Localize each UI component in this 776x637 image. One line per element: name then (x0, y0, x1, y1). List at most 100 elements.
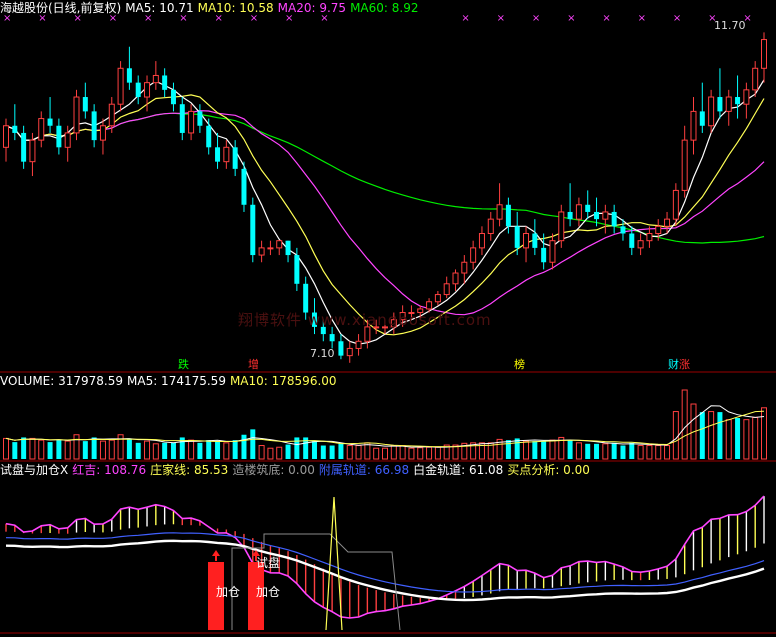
candle-body (496, 204, 503, 220)
candle-body (443, 283, 450, 296)
candle-body (541, 247, 547, 263)
candle-body (3, 125, 9, 148)
candle-body (664, 218, 671, 227)
price-legend: 海越股份(日线,前复权) MA5: 10.71 MA10: 10.58 MA20: 9… (0, 0, 423, 16)
ma20-line (5, 110, 765, 316)
zaolou-label: 造楼筑底: 0.00 (232, 463, 315, 477)
volume-bar (637, 445, 644, 460)
volume-bar (699, 412, 705, 459)
fushu-label: 附属轨道: 66.98 (318, 463, 410, 477)
volume-bar (620, 445, 626, 459)
candle-body (549, 240, 556, 263)
candle-body (108, 103, 115, 127)
candle-body (285, 240, 291, 256)
ma60-line (5, 112, 765, 244)
candle-body (47, 118, 53, 126)
candle-body (179, 104, 185, 133)
candle-body (681, 139, 688, 191)
volume-bar (12, 442, 18, 459)
ma10-label: MA10: 10.58 (197, 1, 274, 15)
volume-bar (152, 443, 159, 460)
chart-stage: × × × × × × × × × × × × × × × × × × × 海越股份(日线,前复权) MA5: 10.… (0, 0, 776, 637)
candle-body (232, 147, 238, 169)
jiacang-label-2: 加仓 (256, 585, 281, 599)
signal-cross-marker: × (461, 13, 469, 24)
volume-bar (311, 441, 317, 459)
candle-body (276, 240, 283, 249)
candle-body (91, 111, 97, 141)
candle-body (152, 74, 159, 84)
volume-bar (629, 442, 635, 459)
volume-bar (56, 440, 62, 459)
candle-body (717, 97, 723, 112)
candle-body (672, 189, 679, 220)
volume-bar (646, 445, 653, 460)
volume-bar (655, 445, 662, 460)
signal-cross-marker: × (673, 13, 681, 24)
volume-bar (585, 443, 591, 459)
volume-bar (567, 440, 573, 459)
fushu-line (5, 532, 765, 593)
candle-body (452, 272, 459, 285)
candle-body (567, 211, 573, 220)
volume-bar (38, 439, 45, 460)
volume-bar (434, 446, 441, 460)
candle-body (655, 225, 662, 235)
candle-body (743, 89, 750, 105)
candle-body (197, 111, 203, 126)
candle-body (478, 233, 485, 249)
volume-legend: VOLUME: 317978.59 MA5: 174175.59 MA10: 178… (0, 373, 341, 389)
volume-bar (82, 441, 88, 459)
volume-bar (320, 445, 326, 459)
volume-bar (29, 437, 36, 460)
high-price-label: 11.70 (714, 19, 746, 32)
hongji-label: 红吉: 108.76 (72, 463, 147, 477)
candle-body (434, 294, 441, 303)
volume-bar (144, 440, 151, 460)
volume-bar (267, 447, 274, 460)
volume-bar (21, 437, 27, 459)
candle-body (575, 204, 582, 220)
candle-body (73, 96, 80, 134)
signal-cross-marker: × (497, 13, 505, 24)
ma5-label: MA5: 10.71 (125, 1, 194, 15)
candle-body (250, 204, 256, 256)
volume-bar (382, 447, 388, 460)
volume-bar (329, 445, 335, 459)
candle-body (12, 125, 18, 133)
ma20-label: MA20: 9.75 (277, 1, 347, 15)
volume-bar (3, 437, 9, 460)
maidian-label: 买点分析: 0.00 (507, 463, 590, 477)
volume-bar (664, 445, 671, 460)
candle-body (602, 211, 609, 220)
volume-bar (373, 447, 380, 460)
signal-zhang: 涨 (679, 358, 690, 371)
signal-cross-marker: × (567, 13, 575, 24)
candle-body (699, 111, 705, 126)
volume-ma5-label: MA5: 174175.59 (127, 374, 226, 388)
volume-bar (338, 443, 344, 459)
candle-body (223, 146, 230, 163)
volume-bar (514, 438, 520, 459)
volume-bar (399, 445, 406, 460)
candle-body (56, 125, 62, 148)
candle-body (558, 211, 565, 242)
volume-bar (64, 440, 71, 460)
volume-bar (725, 419, 732, 460)
candle-body (629, 233, 635, 248)
volume-bar (408, 447, 415, 460)
volume-bar (206, 440, 212, 459)
candle-body (470, 247, 477, 263)
signal-cross-marker: × (532, 13, 540, 24)
signal-bang: 榜 (514, 358, 525, 371)
candle-body (162, 75, 168, 90)
volume-bar (523, 440, 530, 460)
candle-body (637, 240, 644, 249)
zhuangjia-label: 庄家线: 85.53 (150, 463, 229, 477)
volume-bar (232, 440, 238, 459)
candle-body (99, 125, 106, 141)
indicator-legend: 试盘与加仓X 红吉: 108.76 庄家线: 85.53 造楼筑底: 0.00 附属轨道… (0, 462, 594, 478)
volume-bar (258, 445, 265, 460)
jiacang-label-1: 加仓 (216, 585, 241, 599)
ma5-line (5, 79, 765, 345)
